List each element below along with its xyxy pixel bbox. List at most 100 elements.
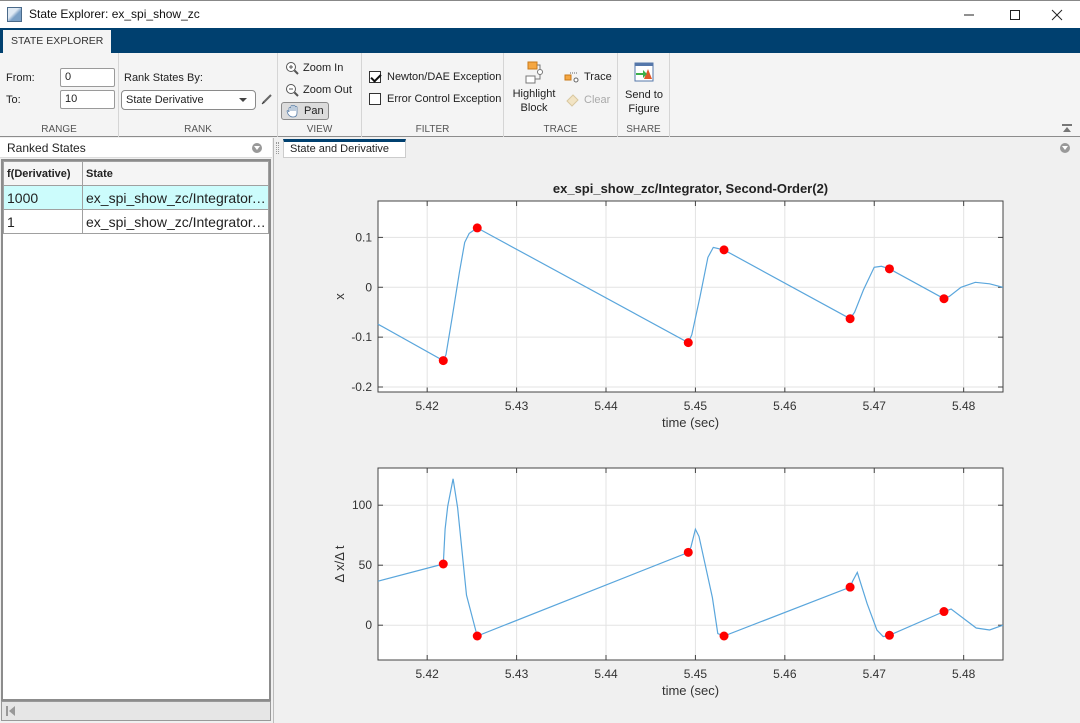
table-row[interactable]: 1 ex_spi_show_zc/Integrator,… (3, 209, 269, 234)
exception-marker (719, 245, 729, 255)
range-section: From: 0 To: 10 RANGE (0, 53, 119, 137)
checkbox-unchecked-icon (369, 93, 381, 105)
trace-section: Highlight Block Trace Clear TRACE (504, 53, 618, 137)
pan-button[interactable]: Pan (281, 102, 329, 120)
zoom-in-button[interactable]: Zoom In (285, 61, 343, 75)
x-tick-label: 5.48 (952, 667, 976, 681)
app-icon (7, 7, 22, 22)
y-tick-label: 0 (365, 280, 372, 294)
ranked-states-title: Ranked States (7, 141, 86, 155)
scroll-first-icon[interactable] (6, 706, 16, 716)
x-tick-label: 5.42 (415, 667, 439, 681)
exception-marker (845, 314, 855, 324)
x-tick-label: 5.47 (863, 667, 887, 681)
error-control-checkbox[interactable]: Error Control Exception (369, 93, 501, 105)
filter-section: Newton/DAE Exception Error Control Excep… (362, 53, 504, 137)
x-axis-label: time (sec) (662, 415, 719, 430)
window-title: State Explorer: ex_spi_show_zc (29, 7, 200, 21)
newton-dae-checkbox[interactable]: Newton/DAE Exception (369, 71, 501, 83)
rank-by-dropdown[interactable]: State Derivative (121, 90, 256, 110)
collapse-ribbon-icon[interactable] (1062, 124, 1072, 132)
checkbox-checked-icon (369, 71, 381, 83)
trace-button[interactable]: Trace (564, 71, 612, 83)
view-section: Zoom In Zoom Out Pan VIEW (278, 53, 362, 137)
y-axis-label: Δ x/Δ t (332, 545, 347, 582)
ranked-states-header: Ranked States (0, 138, 272, 158)
ribbon: From: 0 To: 10 RANGE Rank States By: Sta… (0, 53, 1080, 137)
exception-marker (683, 547, 693, 557)
highlight-block-icon (525, 61, 543, 84)
hand-icon (286, 105, 298, 118)
exception-marker (939, 294, 949, 304)
exception-marker (845, 582, 855, 592)
close-button[interactable] (1034, 1, 1080, 29)
chevron-down-icon (239, 98, 247, 102)
rank-by-label: Rank States By: (124, 72, 203, 84)
minimize-icon (964, 14, 974, 16)
y-tick-label: 0 (365, 618, 372, 632)
y-tick-label: -0.1 (351, 330, 372, 344)
x-tick-label: 5.47 (863, 399, 887, 413)
exception-marker (884, 630, 894, 640)
minimize-button[interactable] (946, 1, 992, 29)
y-tick-label: 0.1 (355, 230, 372, 244)
chart-title: ex_spi_show_zc/Integrator, Second-Order(… (553, 181, 828, 196)
state-cell: ex_spi_show_zc/Integrator,… (82, 209, 269, 234)
to-field[interactable]: 10 (60, 90, 115, 109)
send-to-figure-button[interactable]: Send to Figure (619, 62, 669, 116)
maximize-button[interactable] (992, 1, 1038, 29)
exception-marker (438, 356, 448, 366)
x-tick-label: 5.44 (594, 399, 618, 413)
from-field[interactable]: 0 (60, 68, 115, 87)
x-tick-label: 5.48 (952, 399, 976, 413)
rank-section: Rank States By: State Derivative RANK (119, 53, 278, 137)
zoom-out-button[interactable]: Zoom Out (285, 83, 352, 97)
range-section-label: RANGE (41, 124, 77, 135)
plot-area (378, 201, 1003, 392)
table-row[interactable]: 1000 ex_spi_show_zc/Integrator,… (3, 185, 269, 210)
from-label: From: (6, 72, 35, 84)
trace-label: Trace (584, 71, 612, 83)
horizontal-scrollbar[interactable] (1, 701, 271, 721)
x-tick-label: 5.45 (684, 399, 708, 413)
error-control-label: Error Control Exception (387, 93, 502, 105)
exception-marker (884, 264, 894, 274)
clear-label: Clear (584, 94, 611, 106)
column-header-state[interactable]: State (82, 161, 269, 186)
newton-dae-label: Newton/DAE Exception (387, 71, 502, 83)
panel-menu-icon[interactable] (252, 143, 262, 153)
x-tick-label: 5.44 (594, 667, 618, 681)
column-header-derivative[interactable]: f(Derivative) (3, 161, 83, 186)
clear-button[interactable]: Clear (564, 93, 610, 107)
zoom-out-icon (286, 84, 299, 97)
state-plot: 5.42 5.43 5.44 5.45 5.46 5.47 5.48 -0.2 -0.1 0 0.1… (332, 181, 1004, 430)
view-section-label: VIEW (306, 124, 333, 135)
close-icon (1051, 9, 1063, 21)
pencil-icon[interactable] (261, 93, 273, 105)
tab-state-explorer[interactable]: STATE EXPLORER (3, 30, 112, 53)
share-section-label: SHARE (626, 124, 661, 135)
send-label-1: Send to (625, 89, 663, 101)
y-tick-label: -0.2 (351, 380, 372, 394)
send-to-figure-icon (634, 62, 654, 82)
ranked-states-panel: Ranked States f(Derivative) State 1000 e… (0, 138, 272, 723)
trace-section-label: TRACE (543, 124, 578, 135)
rank-by-value: State Derivative (126, 94, 204, 106)
exception-marker (472, 223, 482, 233)
figure-panel: State and Derivative 5.42 5.43 5.44 5.45 5.4… (273, 138, 1080, 723)
state-cell: ex_spi_show_zc/Integrator,… (82, 185, 269, 210)
y-tick-label: 50 (359, 558, 373, 572)
highlight-label-1: Highlight (512, 88, 556, 100)
exception-marker (719, 631, 729, 641)
exception-marker (939, 607, 949, 617)
exception-marker (683, 338, 693, 348)
highlight-block-button[interactable]: Highlight Block (509, 61, 559, 115)
title-bar: State Explorer: ex_spi_show_zc (0, 0, 1080, 28)
rank-section-label: RANK (184, 124, 212, 135)
send-label-2: Figure (628, 103, 660, 115)
ribbon-tabstrip: STATE EXPLORER (0, 28, 1080, 53)
exception-marker (472, 631, 482, 641)
x-tick-label: 5.43 (505, 667, 529, 681)
share-section: Send to Figure SHARE (618, 53, 670, 137)
filter-section-label: FILTER (415, 124, 450, 135)
